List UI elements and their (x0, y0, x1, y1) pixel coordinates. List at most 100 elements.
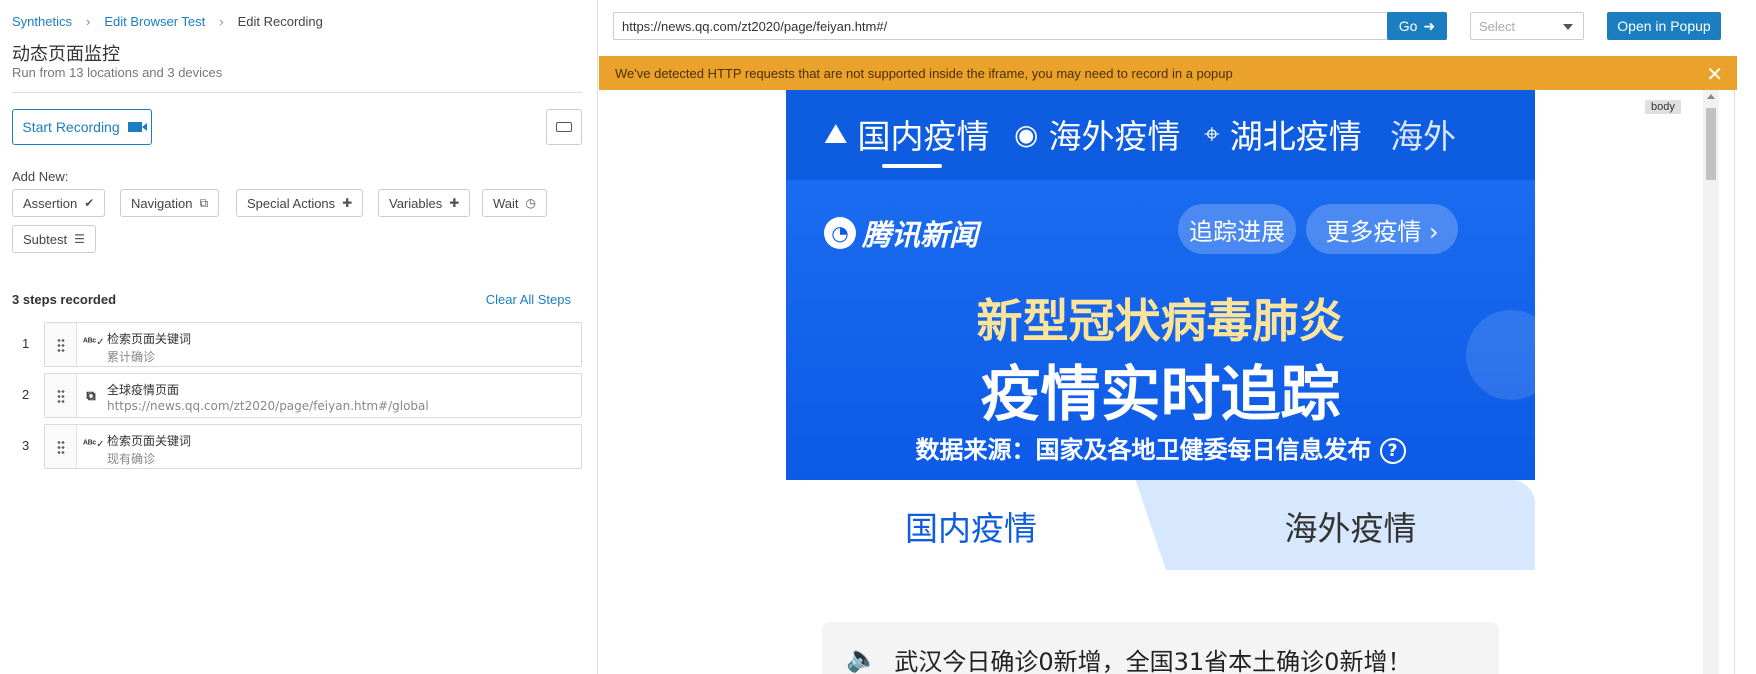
step-detail: 累计确诊 (107, 350, 156, 364)
wait-label: Wait (493, 195, 519, 211)
site-nav-overseas[interactable]: ◉ 海外疫情 (1014, 110, 1180, 158)
app-root: Synthetics › Edit Browser Test › Edit Re… (0, 0, 1756, 674)
add-special-actions-button[interactable]: Special Actions ✚ (236, 189, 364, 217)
breadcrumb-current: Edit Recording (237, 14, 323, 29)
step-number: 3 (22, 438, 30, 453)
site-nav-label: 湖北疫情 (1229, 117, 1362, 156)
iframe-scrollbar[interactable] (1703, 90, 1719, 674)
drag-handle-icon[interactable] (45, 425, 77, 468)
step-title: 检索页面关键词 (107, 332, 192, 346)
keyboard-icon (556, 122, 572, 132)
step-card[interactable]: ⧉ 全球疫情页面 https://news.qq.com/zt2020/page… (44, 373, 582, 418)
clock-icon: ◷ (525, 196, 537, 210)
site-logo-text: 腾讯新闻 (862, 218, 979, 252)
outer-scroll-gutter (1734, 90, 1756, 674)
add-wait-button[interactable]: Wait ◷ (482, 189, 548, 217)
hero-title: 新型冠状病毒肺炎 (976, 294, 1345, 348)
add-assertion-button[interactable]: Assertion ✔ (12, 189, 106, 217)
variables-label: Variables (389, 195, 443, 211)
site-notice: 🔈 武汉今日确诊0新增，全国31省本土确诊0新增！ (822, 622, 1499, 674)
add-navigation-button[interactable]: Navigation ⧉ (120, 189, 220, 217)
keyboard-button[interactable] (546, 109, 582, 145)
clear-all-steps-link[interactable]: Clear All Steps (486, 292, 571, 307)
drag-handle-icon[interactable] (45, 323, 77, 366)
assertion-label: Assertion (23, 195, 78, 211)
step-title: 检索页面关键词 (107, 434, 192, 448)
external-link-icon: ⧉ (86, 388, 96, 403)
embedded-page[interactable]: ⛰ 国内疫情 ◉ 海外疫情 ⌖ 湖北疫情 海外 ◔ 腾讯新闻 追踪进展 更多疫情… (786, 90, 1535, 674)
active-tab-indicator (882, 164, 942, 168)
element-tag-badge: body (1645, 100, 1681, 114)
iframe-warning-banner: We've detected HTTP requests that are no… (599, 56, 1737, 90)
more-epidemic-button[interactable]: 更多疫情 › (1306, 204, 1458, 254)
hero-subtitle: 疫情实时追踪 (980, 360, 1341, 430)
add-subtest-button[interactable]: Subtest ☰ (12, 225, 96, 253)
recorder-panel: Synthetics › Edit Browser Test › Edit Re… (0, 0, 598, 674)
site-nav-label: 海外 (1390, 117, 1456, 156)
globe-icon: ◉ (1014, 117, 1039, 151)
url-input[interactable]: https://news.qq.com/zt2020/page/feiyan.h… (613, 12, 1389, 40)
assert-text-icon: ᴬᴮᶜ✓ (83, 337, 105, 348)
special-actions-label: Special Actions (247, 195, 336, 211)
navigation-label: Navigation (131, 195, 193, 211)
site-logo: ◔ 腾讯新闻 (824, 212, 978, 254)
tab-domestic-label: 国内疫情 (905, 509, 1037, 548)
help-icon[interactable]: ? (1379, 438, 1406, 464)
check-icon: ✔ (84, 196, 95, 210)
tab-overseas[interactable]: 海外疫情 (1166, 480, 1535, 570)
step-number: 1 (22, 336, 30, 351)
step-card[interactable]: ᴬᴮᶜ✓ 检索页面关键词 累计确诊 (44, 322, 582, 367)
site-nav-domestic[interactable]: ⛰ 国内疫情 (824, 110, 990, 158)
device-select-placeholder: Select (1479, 19, 1516, 34)
tab-domestic[interactable]: 国内疫情 (786, 480, 1166, 570)
go-button[interactable]: Go ➜ (1387, 12, 1447, 40)
site-nav-hubei[interactable]: ⌖ 湖北疫情 (1204, 110, 1362, 158)
chart-icon: ⛰ (824, 117, 848, 150)
plus-icon: ✚ (342, 196, 353, 210)
step-row[interactable]: 3 ᴬᴮᶜ✓ 检索页面关键词 现有确诊 (0, 424, 598, 470)
close-icon[interactable]: ✕ (1706, 62, 1723, 87)
drag-handle-icon[interactable] (45, 374, 77, 417)
step-number: 2 (22, 387, 30, 402)
chevron-down-icon (1563, 24, 1573, 30)
step-detail: https://news.qq.com/zt2020/page/feiyan.h… (107, 399, 429, 413)
site-hero: ◔ 腾讯新闻 追踪进展 更多疫情 › 新型冠状病毒肺炎 疫情实时追踪 数据来源：… (786, 180, 1535, 480)
open-in-popup-button[interactable]: Open in Popup (1607, 12, 1721, 40)
site-nav: ⛰ 国内疫情 ◉ 海外疫情 ⌖ 湖北疫情 海外 (786, 90, 1535, 180)
step-title: 全球疫情页面 (107, 383, 180, 397)
device-select[interactable]: Select (1470, 12, 1584, 40)
iframe-area: ⛰ 国内疫情 ◉ 海外疫情 ⌖ 湖北疫情 海外 ◔ 腾讯新闻 追踪进展 更多疫情… (599, 90, 1756, 674)
step-card[interactable]: ᴬᴮᶜ✓ 检索页面关键词 现有确诊 (44, 424, 582, 469)
page-subtitle: Run from 13 locations and 3 devices (12, 65, 223, 80)
steps-count: 3 steps recorded (12, 292, 117, 307)
speaker-icon: 🔈 (846, 644, 879, 674)
hero-source-text: 数据来源：国家及各地卫健委每日信息发布 (915, 436, 1372, 464)
plus-icon: ✚ (449, 196, 460, 210)
chevron-right-icon: › (219, 14, 224, 29)
tab-overseas-label: 海外疫情 (1284, 509, 1417, 548)
track-progress-button[interactable]: 追踪进展 (1178, 204, 1296, 254)
breadcrumb-edit-browser-test[interactable]: Edit Browser Test (104, 14, 205, 29)
site-tabs: 国内疫情 海外疫情 (786, 480, 1535, 570)
browser-toolbar: https://news.qq.com/zt2020/page/feiyan.h… (599, 0, 1756, 56)
page-title: 动态页面监控 (12, 44, 120, 65)
site-notice-text: 武汉今日确诊0新增，全国31省本土确诊0新增！ (894, 647, 1412, 674)
warning-text: We've detected HTTP requests that are no… (615, 66, 1233, 81)
site-nav-label: 国内疫情 (857, 117, 990, 156)
add-new-label: Add New: (12, 169, 69, 184)
video-camera-icon (127, 122, 147, 132)
step-row[interactable]: 1 ᴬᴮᶜ✓ 检索页面关键词 累计确诊 (0, 322, 598, 368)
start-recording-label: Start Recording (22, 119, 120, 135)
external-link-icon: ⧉ (199, 195, 209, 210)
scrollbar-thumb[interactable] (1706, 108, 1716, 180)
step-row[interactable]: 2 ⧉ 全球疫情页面 https://news.qq.com/zt2020/pa… (0, 373, 598, 419)
start-recording-button[interactable]: Start Recording (12, 109, 152, 145)
scroll-up-icon[interactable] (1707, 94, 1715, 99)
browser-preview: https://news.qq.com/zt2020/page/feiyan.h… (599, 0, 1756, 674)
tencent-news-logo-icon: ◔ (824, 217, 856, 249)
breadcrumb-synthetics[interactable]: Synthetics (12, 14, 72, 29)
site-nav-overseas-more[interactable]: 海外 (1390, 110, 1456, 158)
add-variables-button[interactable]: Variables ✚ (378, 189, 471, 217)
subtest-label: Subtest (23, 231, 68, 247)
location-pin-icon: ⌖ (1204, 117, 1220, 150)
